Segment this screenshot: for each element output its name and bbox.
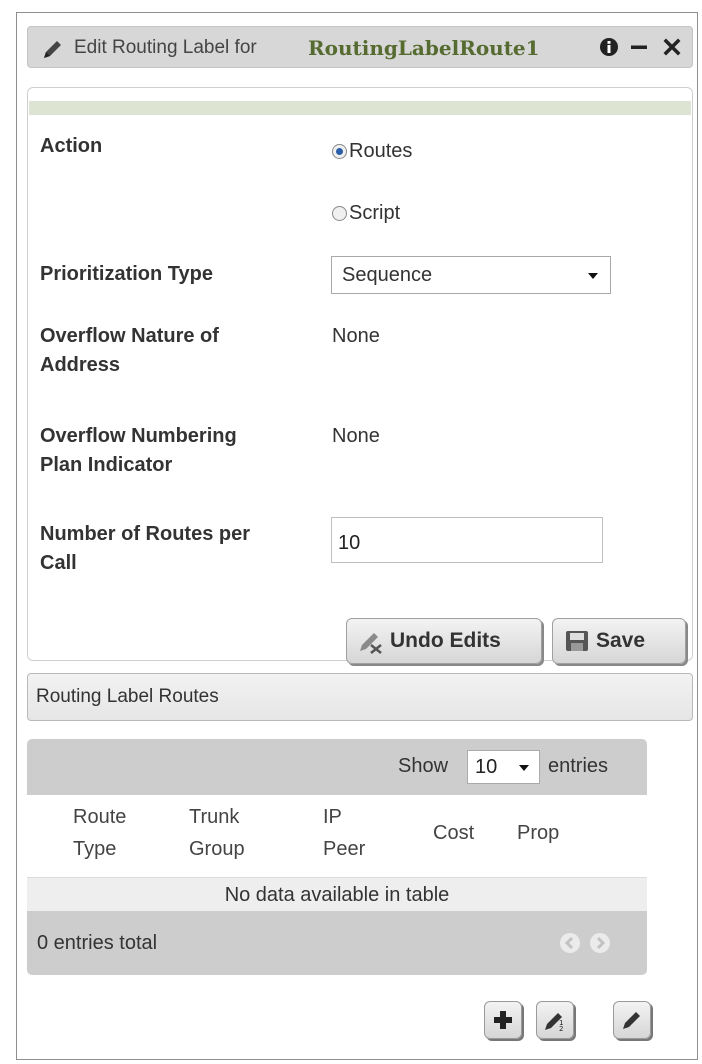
svg-text:2: 2: [559, 1025, 563, 1031]
page-length-select[interactable]: 10: [467, 750, 540, 784]
column-header-line2: Peer: [323, 838, 366, 860]
prioritization-type-value: Sequence: [342, 264, 433, 286]
routing-label-form: Action Routes Script Prioritization Type…: [27, 87, 693, 664]
action-label: Action: [40, 135, 103, 157]
panel-title-name: RoutingLabelRoute1: [308, 36, 540, 60]
overflow-noa-label-line2: Address: [40, 354, 121, 376]
overflow-npi-value: None: [332, 425, 380, 447]
overflow-npi-label-line1: Overflow Numbering: [40, 425, 237, 447]
column-header-line1: Prop: [517, 822, 560, 844]
show-label: Show: [398, 755, 449, 777]
column-header-line1: IP: [323, 806, 342, 828]
add-route-button[interactable]: [484, 1001, 522, 1039]
entries-label: entries: [548, 755, 609, 777]
pencil-icon: [44, 41, 61, 58]
table-empty-row: No data available in table: [27, 877, 647, 912]
routing-label-routes-title: Routing Label Routes: [36, 686, 219, 707]
form-header-bar: [29, 101, 691, 115]
undo-pencil-icon: [360, 633, 382, 654]
column-header-line2: Type: [73, 838, 117, 860]
column-header-ip-peer[interactable]: IP Peer: [323, 801, 365, 865]
radio-selected-icon: [332, 144, 347, 159]
overflow-noa-value: None: [332, 325, 380, 347]
routing-label-routes-header[interactable]: Routing Label Routes: [27, 673, 693, 721]
overflow-noa-label-line1: Overflow Nature of: [40, 325, 219, 347]
panel-titlebar: Edit Routing Label for RoutingLabelRoute…: [27, 26, 693, 68]
column-header-line1: Route: [73, 806, 127, 828]
save-icon: [566, 631, 588, 651]
table-footer: 0 entries total: [27, 911, 647, 975]
routes-per-call-label-line2: Call: [40, 552, 77, 574]
pencil-ordered-icon: 1 2: [545, 1013, 563, 1031]
pencil-icon: [623, 1012, 640, 1029]
overflow-npi-label-line2: Plan Indicator: [40, 454, 173, 476]
chevron-down-icon: [519, 765, 529, 771]
action-radio-routes-label: Routes: [349, 140, 413, 162]
overflow-npi-label: Overflow Numbering Plan Indicator: [40, 422, 237, 480]
action-radio-routes[interactable]: Routes: [332, 140, 412, 163]
edit-route-order-button[interactable]: 1 2: [536, 1001, 574, 1039]
save-button[interactable]: Save: [552, 618, 686, 664]
action-radio-script[interactable]: Script: [332, 202, 400, 225]
action-radio-script-label: Script: [349, 202, 401, 224]
panel-title-prefix: Edit Routing Label for: [74, 37, 257, 58]
routes-per-call-label-line1: Number of Routes per: [40, 523, 251, 545]
table-info: 0 entries total: [37, 932, 158, 954]
table-toolbar: Show 10 entries: [27, 739, 647, 795]
page-length-value: 10: [475, 756, 498, 778]
edit-route-button[interactable]: [613, 1001, 651, 1039]
previous-page-icon[interactable]: [560, 933, 580, 953]
close-icon[interactable]: [661, 36, 683, 58]
undo-edits-label: Undo Edits: [390, 629, 501, 652]
edit-routing-label-panel: Edit Routing Label for RoutingLabelRoute…: [16, 12, 698, 1060]
column-header-cost[interactable]: Cost: [433, 817, 474, 849]
routes-per-call-label: Number of Routes per Call: [40, 520, 250, 578]
chevron-down-icon: [588, 273, 598, 279]
routes-per-call-input[interactable]: [331, 517, 603, 563]
column-header-trunk-group[interactable]: Trunk Group: [189, 801, 245, 865]
column-header-route-type[interactable]: Route Type: [73, 801, 126, 865]
info-icon[interactable]: [598, 36, 620, 58]
column-header-prop[interactable]: Prop: [517, 817, 559, 849]
plus-icon: [494, 1011, 512, 1029]
next-page-icon[interactable]: [590, 933, 610, 953]
prioritization-type-select[interactable]: Sequence: [331, 256, 611, 294]
column-header-line2: Group: [189, 838, 245, 860]
column-header-line1: Trunk: [189, 806, 240, 828]
undo-edits-button[interactable]: Undo Edits: [346, 618, 542, 664]
column-header-line1: Cost: [433, 822, 475, 844]
radio-unselected-icon: [332, 206, 347, 221]
minimize-icon[interactable]: [628, 36, 650, 58]
prioritization-type-label: Prioritization Type: [40, 263, 213, 285]
overflow-noa-label: Overflow Nature of Address: [40, 322, 219, 380]
save-label: Save: [596, 629, 646, 652]
